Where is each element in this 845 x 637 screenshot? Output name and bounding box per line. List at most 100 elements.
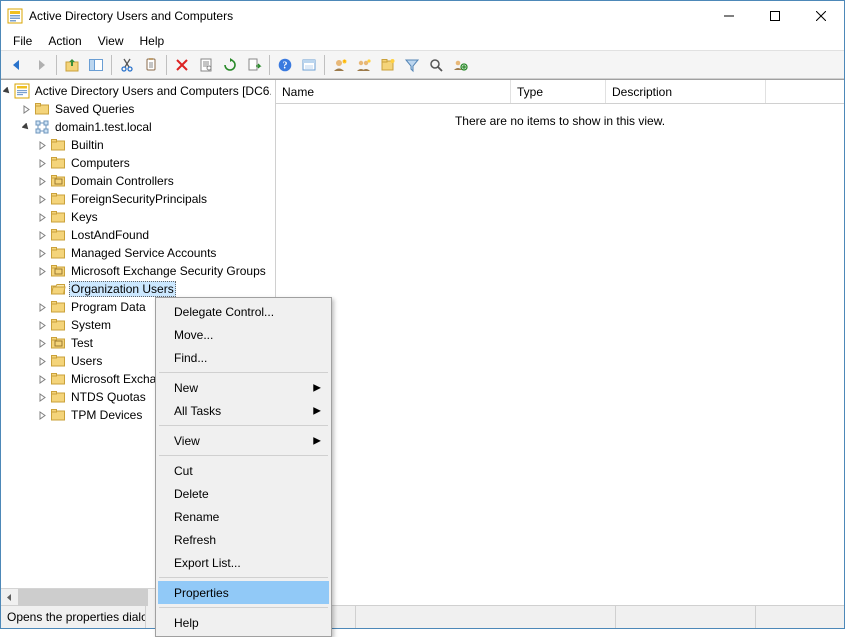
expander-closed-icon[interactable]	[35, 210, 49, 224]
folder-icon	[50, 407, 66, 423]
new-ou-button[interactable]	[377, 54, 399, 76]
folder-icon	[50, 389, 66, 405]
expander-open-icon[interactable]	[3, 84, 13, 98]
forward-button[interactable]	[30, 54, 52, 76]
expander-closed-icon[interactable]	[35, 156, 49, 170]
expander-closed-icon[interactable]	[35, 408, 49, 422]
show-hide-tree-button[interactable]	[85, 54, 107, 76]
toolbar: ?	[1, 51, 844, 79]
cm-separator	[159, 372, 328, 373]
tree-node-lostandfound[interactable]: LostAndFound	[1, 226, 275, 244]
window-controls	[706, 1, 844, 31]
cm-export-list[interactable]: Export List...	[158, 551, 329, 574]
tree-node-computers[interactable]: Computers	[1, 154, 275, 172]
statusbar: Opens the properties dialog box for the …	[1, 605, 844, 628]
toolbar-separator	[111, 55, 112, 75]
expander-closed-icon[interactable]	[35, 336, 49, 350]
expander-closed-icon[interactable]	[19, 102, 33, 116]
column-header-spare[interactable]	[766, 80, 844, 103]
tree-node-builtin[interactable]: Builtin	[1, 136, 275, 154]
add-to-group-button[interactable]	[449, 54, 471, 76]
scrollbar-thumb[interactable]	[18, 589, 148, 606]
expander-closed-icon[interactable]	[35, 246, 49, 260]
expander-closed-icon[interactable]	[35, 264, 49, 278]
expander-closed-icon[interactable]	[35, 228, 49, 242]
delete-button[interactable]	[171, 54, 193, 76]
tree-node-domain[interactable]: domain1.test.local	[1, 118, 275, 136]
expander-closed-icon[interactable]	[35, 300, 49, 314]
toolbar-separator	[324, 55, 325, 75]
expander-open-icon[interactable]	[19, 120, 33, 134]
new-user-button[interactable]	[329, 54, 351, 76]
tree-node-fsp[interactable]: ForeignSecurityPrincipals	[1, 190, 275, 208]
cut-button[interactable]	[116, 54, 138, 76]
folder-icon	[50, 317, 66, 333]
help-button[interactable]: ?	[274, 54, 296, 76]
status-cell-4	[616, 606, 756, 628]
column-header-description[interactable]: Description	[606, 80, 766, 103]
cm-refresh[interactable]: Refresh	[158, 528, 329, 551]
tree-node-label: NTDS Quotas	[69, 390, 148, 404]
minimize-button[interactable]	[706, 1, 752, 31]
window-title: Active Directory Users and Computers	[29, 9, 706, 23]
content-area: Active Directory Users and Computers [DC…	[1, 79, 844, 605]
properties-button[interactable]	[195, 54, 217, 76]
tree-node-label: Builtin	[69, 138, 106, 152]
folder-icon	[50, 137, 66, 153]
cm-new[interactable]: New▶	[158, 376, 329, 399]
back-button[interactable]	[6, 54, 28, 76]
menu-help[interactable]: Help	[132, 32, 173, 50]
titlebar[interactable]: Active Directory Users and Computers	[1, 1, 844, 31]
empty-list-message: There are no items to show in this view.	[276, 114, 844, 128]
cm-separator	[159, 455, 328, 456]
tree-node-domain-controllers[interactable]: Domain Controllers	[1, 172, 275, 190]
expander-closed-icon[interactable]	[35, 192, 49, 206]
action-pane-button[interactable]	[298, 54, 320, 76]
maximize-button[interactable]	[752, 1, 798, 31]
tree-node-mesg[interactable]: Microsoft Exchange Security Groups	[1, 262, 275, 280]
new-group-button[interactable]	[353, 54, 375, 76]
toolbar-separator	[56, 55, 57, 75]
column-header-type[interactable]: Type	[511, 80, 606, 103]
expander-closed-icon[interactable]	[35, 138, 49, 152]
tree-node-label: Keys	[69, 210, 100, 224]
cm-delete[interactable]: Delete	[158, 482, 329, 505]
expander-closed-icon[interactable]	[35, 354, 49, 368]
cm-find[interactable]: Find...	[158, 346, 329, 369]
expander-closed-icon[interactable]	[35, 174, 49, 188]
find-button[interactable]	[425, 54, 447, 76]
list-body[interactable]: There are no items to show in this view.	[276, 104, 844, 605]
cm-help[interactable]: Help	[158, 611, 329, 634]
folder-icon	[50, 371, 66, 387]
cm-properties[interactable]: Properties	[158, 581, 329, 604]
tree-node-msa[interactable]: Managed Service Accounts	[1, 244, 275, 262]
menu-action[interactable]: Action	[40, 32, 89, 50]
expander-closed-icon[interactable]	[35, 372, 49, 386]
menu-view[interactable]: View	[90, 32, 132, 50]
tree-node-keys[interactable]: Keys	[1, 208, 275, 226]
refresh-button[interactable]	[219, 54, 241, 76]
list-header: Name Type Description	[276, 80, 844, 104]
cm-delegate-control[interactable]: Delegate Control...	[158, 300, 329, 323]
filter-button[interactable]	[401, 54, 423, 76]
export-list-button[interactable]	[243, 54, 265, 76]
scroll-left-button[interactable]	[1, 589, 18, 606]
copy-button[interactable]	[140, 54, 162, 76]
tree-node-organization-users[interactable]: Organization Users	[1, 280, 275, 298]
cm-move[interactable]: Move...	[158, 323, 329, 346]
menu-file[interactable]: File	[5, 32, 40, 50]
expander-closed-icon[interactable]	[35, 390, 49, 404]
close-button[interactable]	[798, 1, 844, 31]
folder-icon	[50, 227, 66, 243]
cm-cut[interactable]: Cut	[158, 459, 329, 482]
tree-node-root[interactable]: Active Directory Users and Computers [DC…	[1, 82, 275, 100]
cm-separator	[159, 577, 328, 578]
cm-view[interactable]: View▶	[158, 429, 329, 452]
up-one-level-button[interactable]	[61, 54, 83, 76]
tree-node-label: Saved Queries	[53, 102, 136, 116]
cm-all-tasks[interactable]: All Tasks▶	[158, 399, 329, 422]
cm-rename[interactable]: Rename	[158, 505, 329, 528]
tree-node-saved-queries[interactable]: Saved Queries	[1, 100, 275, 118]
column-header-name[interactable]: Name	[276, 80, 511, 103]
expander-closed-icon[interactable]	[35, 318, 49, 332]
